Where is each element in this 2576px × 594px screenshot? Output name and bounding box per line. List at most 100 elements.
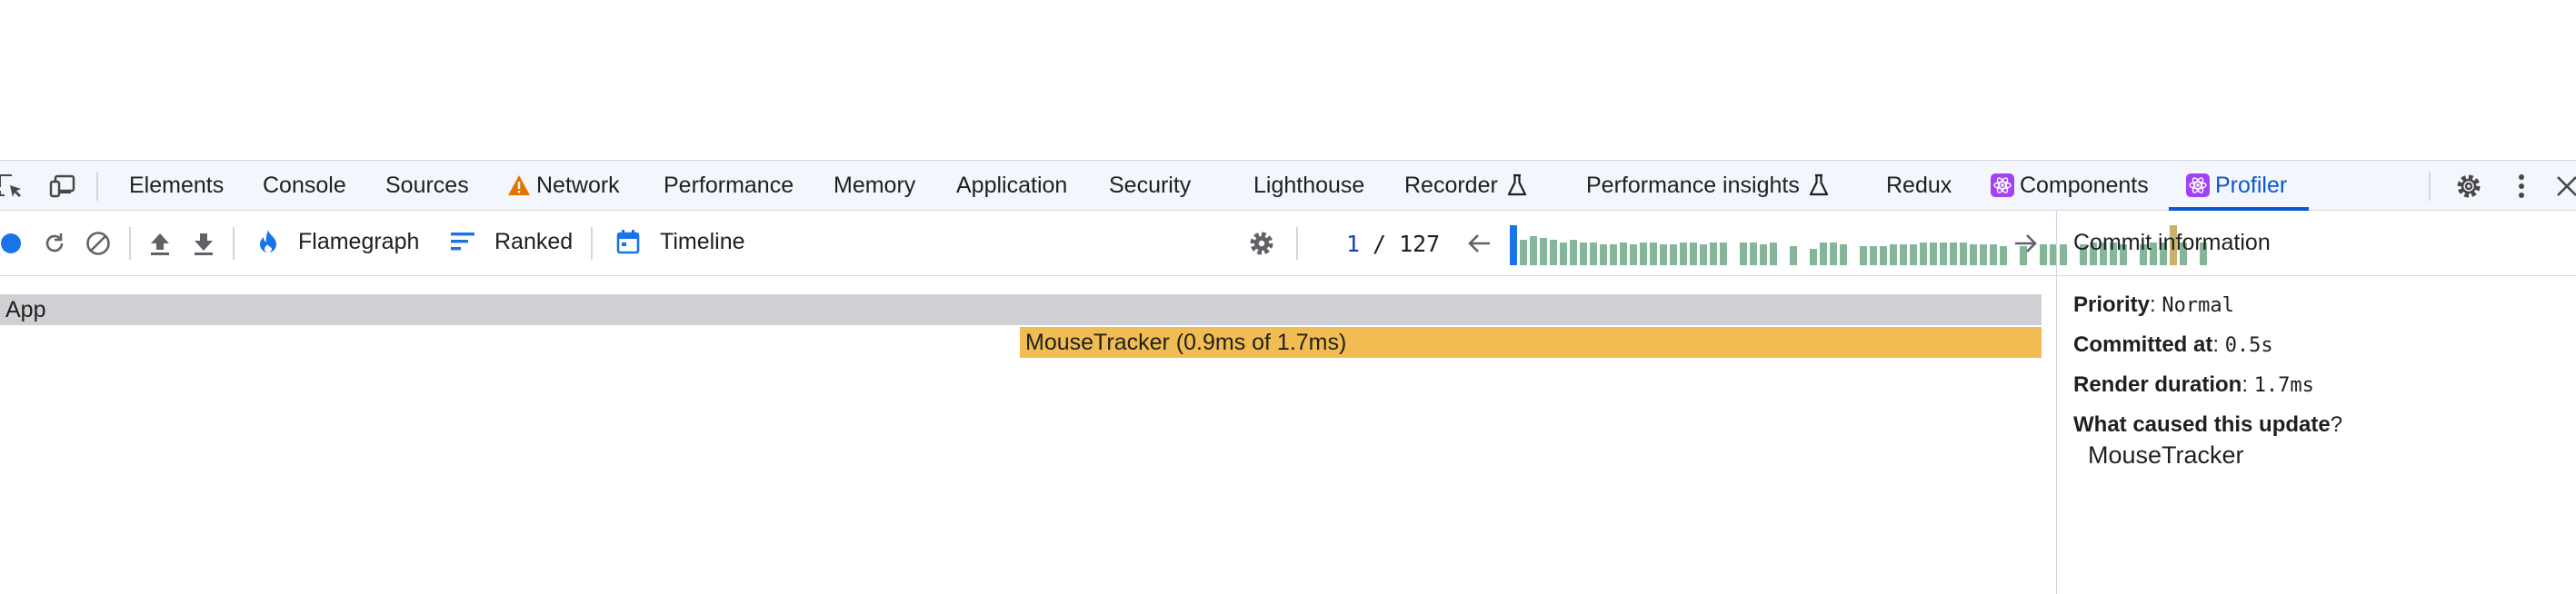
toolbar-separator [1296, 227, 1298, 260]
previous-commit-arrow-icon[interactable] [1465, 229, 1494, 258]
toolbar-separator [129, 227, 131, 260]
commit-bar[interactable] [1750, 243, 1757, 265]
commit-bar[interactable] [1990, 244, 1997, 265]
next-commit-arrow-icon[interactable] [2011, 229, 2040, 258]
commit-separator: / [1373, 230, 1387, 257]
update-cause-label: What caused this update [2073, 412, 2331, 437]
profiler-settings-gear-icon[interactable] [1247, 229, 1276, 258]
commit-bar[interactable] [2000, 246, 2007, 265]
commit-bar[interactable] [1960, 243, 1967, 265]
flamegraph-chart: App MouseTracker (0.9ms of 1.7ms) [0, 276, 2056, 594]
commit-bar[interactable] [2040, 244, 2047, 265]
tab-redux[interactable]: Redux [1886, 161, 1952, 210]
commit-bar[interactable] [1650, 243, 1657, 265]
profiler-toolbar: Flamegraph Ranked Timeline 1 / 127 [0, 211, 2207, 276]
commit-bar-chart[interactable] [1510, 223, 2207, 265]
tab-memory[interactable]: Memory [834, 161, 915, 210]
total-commit-count: 127 [1399, 230, 1441, 257]
commit-bar[interactable] [1840, 244, 1847, 265]
toolbar-separator [96, 172, 98, 201]
priority-value: Normal [2162, 294, 2234, 317]
commit-bar[interactable] [1520, 240, 1527, 265]
commit-bar[interactable] [1510, 225, 1517, 265]
commit-bar[interactable] [1630, 244, 1637, 265]
commit-bar[interactable] [1560, 243, 1567, 265]
commit-bar[interactable] [1700, 244, 1707, 265]
commit-bar[interactable] [1930, 243, 1937, 265]
commit-bar[interactable] [1790, 246, 1797, 265]
commit-bar[interactable] [1970, 244, 1977, 265]
reload-and-profile-icon[interactable] [40, 229, 69, 258]
commit-bar[interactable] [1770, 243, 1777, 265]
toolbar-separator [591, 227, 593, 260]
commit-bar[interactable] [1920, 243, 1927, 265]
save-profile-icon[interactable] [189, 229, 218, 258]
commit-bar[interactable] [1720, 243, 1727, 265]
commit-bar[interactable] [1860, 246, 1867, 265]
tab-network[interactable]: Network [507, 161, 620, 210]
tab-elements[interactable]: Elements [129, 161, 224, 210]
render-duration-value: 1.7ms [2253, 374, 2314, 397]
commit-bar[interactable] [1680, 243, 1687, 265]
commit-bar[interactable] [1890, 244, 1897, 265]
commit-bar[interactable] [1910, 244, 1917, 265]
commit-bar[interactable] [1580, 243, 1587, 265]
update-cause-component[interactable]: MouseTracker [2088, 441, 2244, 470]
commit-bar[interactable] [1620, 243, 1627, 265]
commit-bar[interactable] [1550, 240, 1557, 265]
commit-bar[interactable] [1540, 238, 1547, 265]
commit-counter: 1 / 127 [1327, 227, 1440, 260]
record-icon[interactable] [0, 229, 25, 258]
commit-bar[interactable] [1570, 240, 1577, 265]
tab-components[interactable]: Components [1991, 161, 2149, 210]
tab-sources[interactable]: Sources [385, 161, 469, 210]
commit-bar[interactable] [1710, 243, 1717, 265]
commit-bar[interactable] [1740, 243, 1747, 265]
device-toolbar-icon[interactable] [49, 172, 78, 201]
commit-bar[interactable] [1610, 244, 1617, 265]
tab-profiler[interactable]: Profiler [2186, 161, 2287, 210]
commit-bar[interactable] [1820, 243, 1827, 265]
tab-performance-insights[interactable]: Performance insights [1586, 161, 1829, 210]
commit-bar[interactable] [1940, 243, 1947, 265]
tab-timeline[interactable]: Timeline [616, 211, 745, 272]
commit-bar[interactable] [1690, 243, 1697, 265]
tab-lighthouse[interactable]: Lighthouse [1253, 161, 1364, 210]
commit-bar[interactable] [1870, 246, 1877, 265]
tab-performance[interactable]: Performance [664, 161, 794, 210]
commit-bar[interactable] [1880, 246, 1887, 265]
commit-bar[interactable] [1760, 244, 1767, 265]
commit-bar[interactable] [1530, 236, 1537, 265]
tab-recorder[interactable]: Recorder [1404, 161, 1527, 210]
commit-bar[interactable] [1980, 244, 1987, 265]
more-options-icon[interactable] [2507, 172, 2536, 201]
tab-ranked[interactable]: Ranked [451, 211, 573, 272]
tab-application[interactable]: Application [956, 161, 1067, 210]
priority-label: Priority [2073, 292, 2151, 317]
tab-security[interactable]: Security [1109, 161, 1191, 210]
clear-profiling-data-icon[interactable] [84, 229, 113, 258]
commit-bar[interactable] [1660, 244, 1667, 265]
flamegraph-node-mousetracker[interactable]: MouseTracker (0.9ms of 1.7ms) [1020, 327, 2042, 358]
tab-console[interactable]: Console [263, 161, 346, 210]
flamegraph-node-app[interactable]: App [0, 294, 2042, 325]
ranked-icon [451, 232, 474, 252]
commit-bar[interactable] [1810, 249, 1817, 265]
current-commit-number: 1 [1345, 230, 1360, 257]
close-icon[interactable] [2552, 172, 2576, 201]
commit-bar[interactable] [1670, 244, 1677, 265]
load-profile-icon[interactable] [145, 229, 175, 258]
committed-at-label: Committed at [2073, 332, 2213, 357]
commit-bar[interactable] [1640, 243, 1647, 265]
commit-bar[interactable] [1830, 243, 1837, 265]
update-cause-row: What caused this update? [2073, 412, 2343, 437]
inspect-element-icon[interactable] [0, 172, 25, 201]
settings-gear-icon[interactable] [2454, 172, 2483, 201]
commit-bar[interactable] [1950, 243, 1957, 265]
tab-flamegraph[interactable]: Flamegraph [258, 211, 419, 272]
toolbar-separator [233, 227, 235, 260]
panel-title: Commit information [2057, 211, 2576, 276]
commit-bar[interactable] [1590, 243, 1597, 265]
commit-bar[interactable] [1600, 244, 1607, 265]
commit-bar[interactable] [1900, 244, 1907, 265]
